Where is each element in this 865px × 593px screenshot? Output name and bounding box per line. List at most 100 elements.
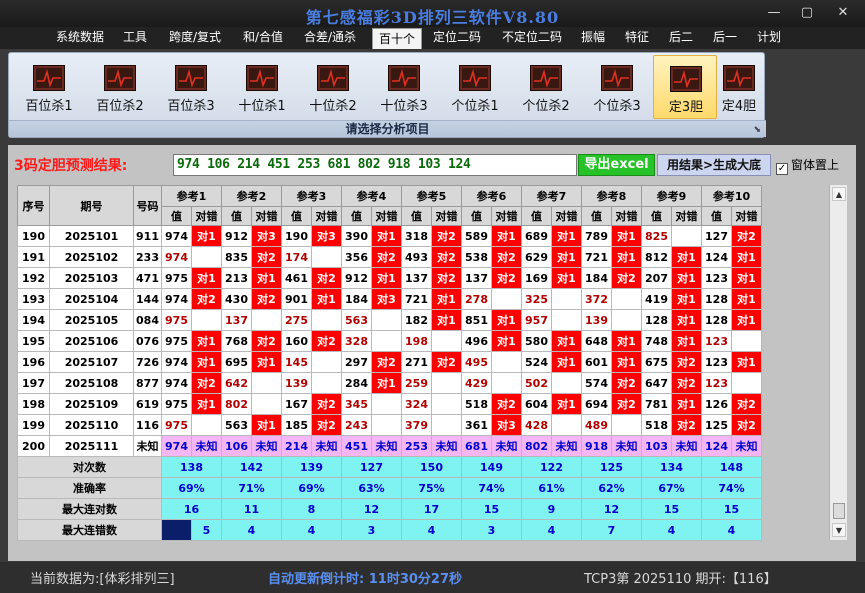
ref-value: 275 bbox=[281, 309, 312, 331]
ref-result bbox=[311, 309, 342, 331]
menu-amplitude[interactable]: 振幅 bbox=[576, 27, 610, 49]
table-row[interactable]: 190 2025101 911 974 对1 912 对3 190 对3 390 对1 318 对2 58… bbox=[17, 225, 762, 247]
ribbon-button-4[interactable]: 十位杀1 bbox=[230, 55, 294, 119]
ref-result bbox=[311, 372, 342, 394]
ribbon-button-7[interactable]: 个位杀1 bbox=[443, 55, 507, 119]
menu-fixed-two[interactable]: 定位二码 bbox=[428, 27, 486, 49]
ribbon-button-6[interactable]: 十位杀3 bbox=[372, 55, 436, 119]
generate-base-button[interactable]: 用结果>生成大底 bbox=[657, 154, 771, 176]
scroll-down-icon[interactable]: ▼ bbox=[832, 523, 846, 537]
topmost-label: 窗体置上 bbox=[791, 158, 840, 172]
ref-value: 974 bbox=[161, 225, 192, 247]
export-excel-button[interactable]: 导出excel bbox=[578, 154, 655, 176]
row-seq: 196 bbox=[17, 351, 50, 373]
table-row[interactable]: 194 2025105 084 975 137 275 563 182 对1 851 对1 957 13… bbox=[17, 309, 762, 331]
close-button[interactable]: ✕ bbox=[834, 5, 852, 20]
checkbox-check-icon[interactable]: ✓ bbox=[776, 163, 788, 175]
table-row[interactable]: 198 2025109 619 975 对1 802 167 对2 345 324 518 对2 604… bbox=[17, 393, 762, 415]
row-seq: 200 bbox=[17, 435, 50, 457]
scroll-up-icon[interactable]: ▲ bbox=[832, 187, 846, 201]
row-number: 116 bbox=[133, 414, 162, 436]
stats-value: 138 bbox=[161, 456, 222, 478]
ribbon-button-3[interactable]: 百位杀3 bbox=[159, 55, 223, 119]
ref-result: 对2 bbox=[671, 414, 702, 436]
ref-value: 125 bbox=[701, 414, 732, 436]
ref-value: 123 bbox=[701, 267, 732, 289]
ref-result bbox=[431, 414, 462, 436]
stats-value: 71% bbox=[221, 477, 282, 499]
table-row[interactable]: 191 2025102 233 974 835 对2 174 356 对2 493 对2 538 对2 6… bbox=[17, 246, 762, 268]
table-row[interactable]: 192 2025103 471 975 对1 213 对1 461 对2 912 对1 137 对2 13… bbox=[17, 267, 762, 289]
menu-unfixed-two[interactable]: 不定位二码 bbox=[496, 27, 568, 49]
menu-sum[interactable]: 和/合值 bbox=[236, 27, 290, 49]
menu-diff[interactable]: 合差/通杀 bbox=[298, 27, 362, 49]
ref-value: 198 bbox=[401, 330, 432, 352]
analysis-table: 序号 期号 号码 参考1 参考2 参考3 参考4 参考5 参考6 参考7 参考8 参考9 参考10 值对错… bbox=[17, 185, 762, 541]
table-row[interactable]: 195 2025106 076 975 对1 768 对2 160 对2 328 198 496 对1 5… bbox=[17, 330, 762, 352]
ref-value: 629 bbox=[521, 246, 552, 268]
ref-value: 748 bbox=[641, 330, 672, 352]
ribbon-button-5[interactable]: 十位杀2 bbox=[301, 55, 365, 119]
ref-value: 694 bbox=[581, 393, 612, 415]
stats-value: 16 bbox=[161, 498, 222, 520]
prediction-result-field[interactable]: 974 106 214 451 253 681 802 918 103 124 bbox=[173, 154, 577, 176]
row-number: 911 bbox=[133, 225, 162, 247]
table-row[interactable]: 193 2025104 144 974 对2 430 对2 901 对1 184 对3 721 对1 27… bbox=[17, 288, 762, 310]
menu-last-one[interactable]: 后一 bbox=[708, 27, 742, 49]
stats-value: 61% bbox=[521, 477, 582, 499]
vertical-scrollbar[interactable]: ▲ ▼ bbox=[829, 185, 847, 540]
pending-value: 681 bbox=[461, 435, 492, 457]
ref-result: 对1 bbox=[671, 393, 702, 415]
pending-row[interactable]: 200 2025111 未知 974 未知 106 未知 214 未知 451 未知 253 未知 681… bbox=[17, 435, 762, 457]
chart-icon bbox=[317, 65, 349, 91]
ref-result: 对1 bbox=[671, 246, 702, 268]
ref-value: 190 bbox=[281, 225, 312, 247]
ribbon-button-1[interactable]: 百位杀1 bbox=[17, 55, 81, 119]
ribbon-button-2[interactable]: 百位杀2 bbox=[88, 55, 152, 119]
scroll-thumb[interactable] bbox=[833, 503, 845, 519]
ref-value: 379 bbox=[401, 414, 432, 436]
ref-result: 对1 bbox=[491, 330, 522, 352]
menu-last-two[interactable]: 后二 bbox=[664, 27, 698, 49]
minimize-button[interactable]: — bbox=[765, 5, 783, 20]
ref-value: 207 bbox=[641, 267, 672, 289]
topmost-checkbox[interactable]: ✓ 窗体置上 bbox=[776, 156, 839, 175]
ref-value: 975 bbox=[161, 414, 192, 436]
restore-button[interactable]: ▢ bbox=[798, 5, 816, 20]
ref-value: 768 bbox=[221, 330, 252, 352]
ref-result: 对2 bbox=[731, 393, 762, 415]
pending-value: 451 bbox=[341, 435, 372, 457]
menu-plan[interactable]: 计划 bbox=[752, 27, 786, 49]
menu-system-data[interactable]: 系统数据 bbox=[52, 27, 108, 49]
menu-span[interactable]: 跨度/复式 bbox=[163, 27, 227, 49]
ref-result: 对1 bbox=[431, 288, 462, 310]
menu-features[interactable]: 特征 bbox=[620, 27, 654, 49]
chart-icon bbox=[388, 65, 420, 91]
row-number: 144 bbox=[133, 288, 162, 310]
table-row[interactable]: 196 2025107 726 974 对1 695 对1 145 297 对2 271 对2 495 5… bbox=[17, 351, 762, 373]
ref-value: 324 bbox=[401, 393, 432, 415]
selected-cell[interactable] bbox=[161, 519, 192, 541]
pending-result: 未知 bbox=[311, 435, 342, 457]
ref-result: 对1 bbox=[551, 351, 582, 373]
row-seq: 194 bbox=[17, 309, 50, 331]
menu-tools[interactable]: 工具 bbox=[118, 27, 152, 49]
table-row[interactable]: 199 2025110 116 975 563 对1 185 对2 243 379 361 对3 428… bbox=[17, 414, 762, 436]
stats-row: 准确率 69% 71% 69% 63% 75% 74% 61% 62% 67% 74% bbox=[17, 477, 762, 499]
row-seq: 199 bbox=[17, 414, 50, 436]
ribbon-button-8[interactable]: 个位杀2 bbox=[514, 55, 578, 119]
table-row[interactable]: 197 2025108 877 974 对2 642 139 284 对1 259 429 502 57… bbox=[17, 372, 762, 394]
stats-row: 对次数 138 142 139 127 150 149 122 125 134 148 bbox=[17, 456, 762, 478]
ref-result: 对1 bbox=[251, 267, 282, 289]
stats-value: 12 bbox=[341, 498, 402, 520]
ribbon-button-9[interactable]: 个位杀3 bbox=[585, 55, 649, 119]
pending-value: 918 bbox=[581, 435, 612, 457]
dialog-launcher-icon[interactable]: ⬊ bbox=[753, 125, 761, 135]
ribbon-button-11[interactable]: 定4胆 bbox=[713, 55, 765, 119]
ref-result bbox=[431, 372, 462, 394]
ref-result: 对1 bbox=[191, 330, 222, 352]
ref-value: 974 bbox=[161, 246, 192, 268]
pending-result: 未知 bbox=[551, 435, 582, 457]
stats-value: 148 bbox=[701, 456, 762, 478]
menu-position-digits[interactable]: 百十个 bbox=[372, 28, 422, 49]
